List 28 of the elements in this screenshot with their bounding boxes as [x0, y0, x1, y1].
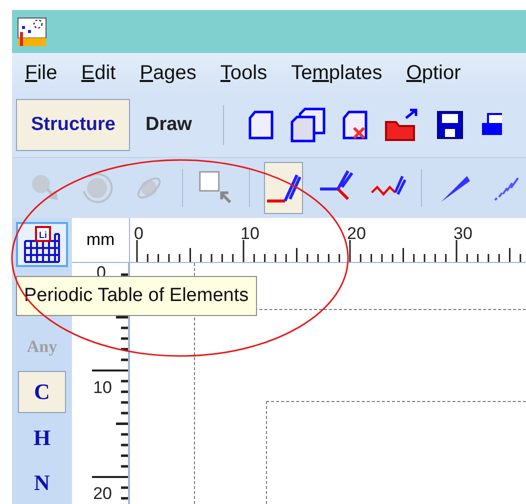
ruler-unit: mm	[72, 218, 130, 263]
app-logo-icon	[16, 16, 48, 48]
menu-item[interactable]: Pages	[140, 62, 196, 84]
mode-tab[interactable]: Structure	[16, 99, 130, 151]
element-button[interactable]: H	[18, 416, 66, 458]
ruler-label: 30	[454, 224, 472, 244]
menu-item[interactable]: File	[25, 62, 58, 84]
element-button[interactable]: C	[18, 371, 66, 413]
delete-page-icon[interactable]	[342, 110, 368, 140]
element-button[interactable]: N	[18, 462, 66, 504]
tooltip: Periodic Table of Elements	[16, 276, 257, 316]
folder-icon[interactable]	[384, 108, 420, 142]
element-symbol: Li	[39, 230, 47, 240]
ruler-label: 20	[347, 224, 366, 244]
menu-item[interactable]: Optior	[406, 62, 461, 84]
ruler-label: 20	[93, 484, 112, 504]
mode-tab[interactable]: Draw	[130, 99, 207, 151]
page-icon[interactable]	[248, 110, 274, 140]
menu-item[interactable]: Edit	[81, 62, 116, 84]
menu-item[interactable]: Templates	[291, 62, 382, 84]
ruler-label: 10	[240, 224, 260, 244]
save-icon[interactable]	[436, 110, 464, 140]
periodic-table-button[interactable]: Li	[16, 222, 68, 268]
ruler-label: 0	[134, 224, 144, 244]
pages-icon[interactable]	[290, 107, 326, 143]
menu-item[interactable]: Tools	[220, 62, 268, 84]
ruler-label: 10	[93, 378, 112, 398]
tool-button[interactable]	[264, 162, 304, 214]
